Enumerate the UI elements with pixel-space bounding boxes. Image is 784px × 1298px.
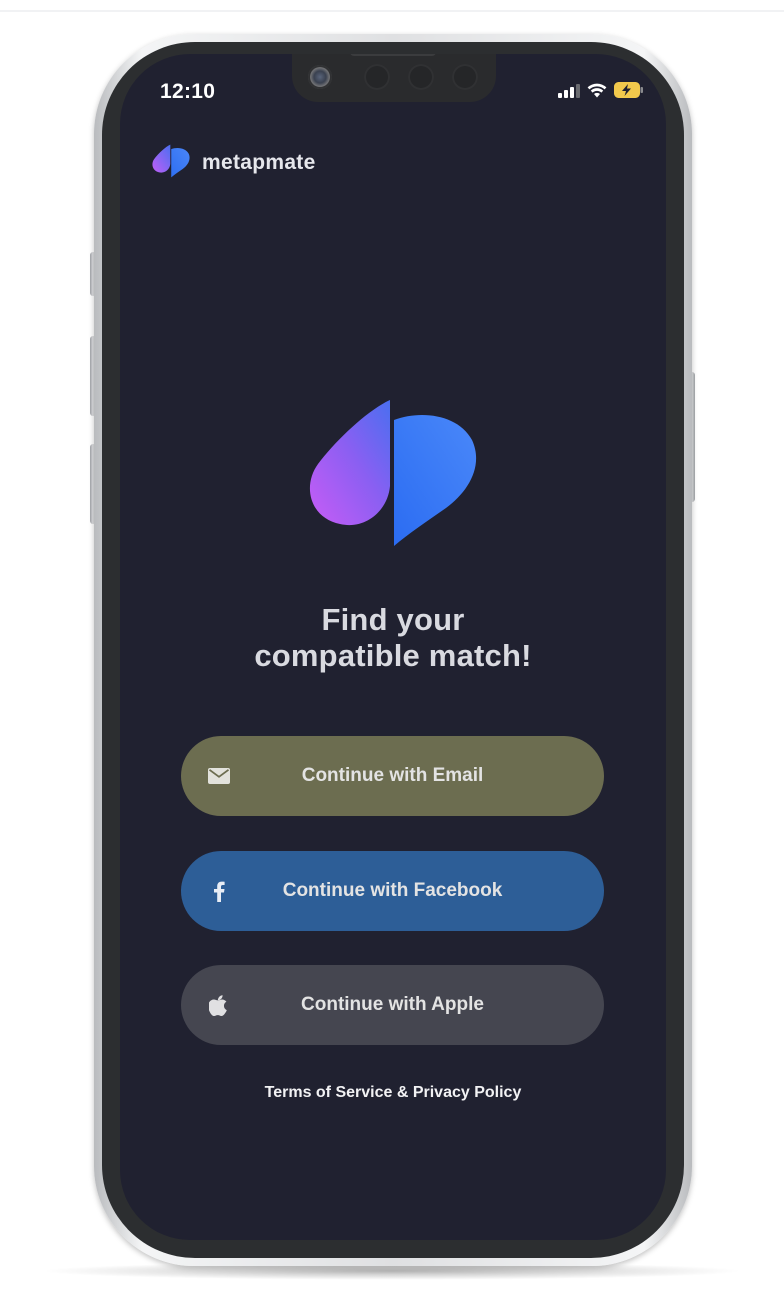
continue-with-email-button[interactable]: Continue with Email — [181, 736, 604, 816]
headline-line-2: compatible match! — [254, 638, 532, 673]
terms-privacy-link[interactable]: Terms of Service & Privacy Policy — [120, 1084, 666, 1102]
facebook-button-label: Continue with Facebook — [282, 880, 503, 901]
page-divider — [0, 10, 784, 12]
brand-header: metapmate — [152, 144, 316, 182]
app-screen: 12:10 metapmate Find your compatible mat… — [120, 54, 666, 1240]
mockup-stage: 12:10 metapmate Find your compatible mat… — [0, 0, 784, 1298]
headline: Find your compatible match! — [120, 602, 666, 674]
sensor-dot — [452, 64, 478, 90]
phone-notch — [292, 54, 496, 102]
hero-logo-icon — [308, 400, 478, 546]
sensor-dot — [364, 64, 390, 90]
front-camera-icon — [308, 65, 332, 89]
metapmate-logo-icon — [152, 144, 190, 182]
continue-with-apple-button[interactable]: Continue with Apple — [181, 965, 604, 1045]
status-icons — [558, 82, 644, 102]
brand-name: metapmate — [202, 151, 316, 174]
cellular-signal-icon — [558, 83, 580, 102]
email-button-label: Continue with Email — [301, 765, 484, 786]
status-time: 12:10 — [160, 80, 216, 103]
apple-button-label: Continue with Apple — [301, 994, 484, 1015]
wifi-icon — [587, 83, 607, 102]
sensor-dot — [408, 64, 434, 90]
speaker-grille — [350, 54, 436, 56]
continue-with-facebook-button[interactable]: Continue with Facebook — [181, 851, 604, 931]
headline-line-1: Find your — [321, 602, 465, 637]
battery-charging-icon — [614, 82, 644, 102]
